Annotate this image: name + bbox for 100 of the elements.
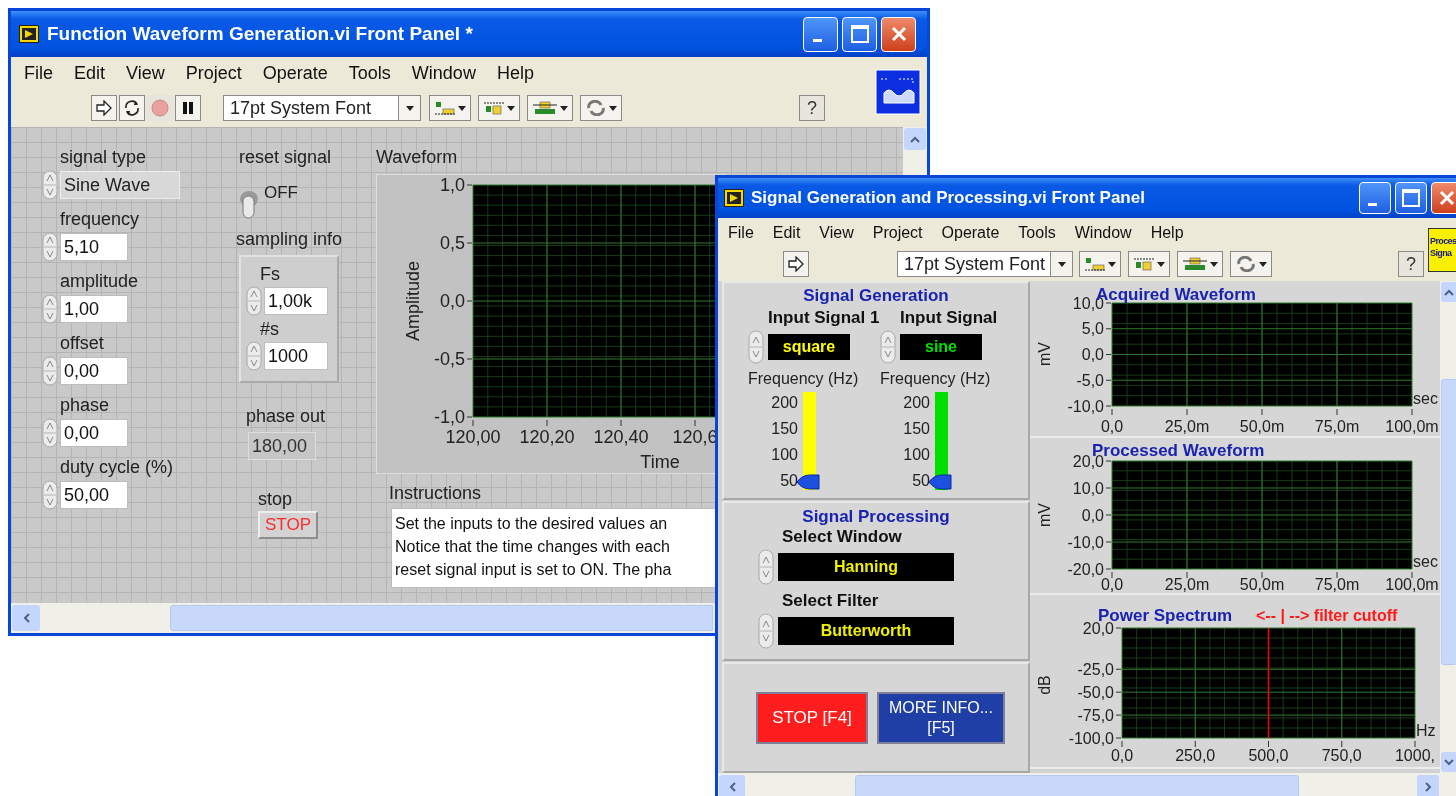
scroll-thumb[interactable] — [170, 605, 713, 631]
menu-item[interactable]: Project — [185, 59, 242, 87]
spinner-icon[interactable] — [246, 286, 262, 316]
menu-item[interactable]: Operate — [262, 59, 328, 87]
instruction-line: Notice that the time changes with each — [395, 537, 670, 557]
menu-item[interactable]: View — [819, 220, 854, 245]
section-title: Signal Processing — [802, 507, 950, 527]
resize-objects-button[interactable] — [527, 95, 573, 121]
spinner-icon[interactable] — [758, 549, 774, 585]
axis-label: Amplitude — [403, 261, 423, 341]
distribute-objects-button[interactable] — [478, 95, 520, 121]
menu-item[interactable]: View — [126, 59, 165, 87]
caret-icon — [1057, 261, 1066, 267]
spinner-icon[interactable] — [42, 418, 58, 448]
slider-scale-label: 150 — [902, 421, 930, 437]
numeric-field[interactable]: 0,00 — [60, 357, 128, 385]
slider-thumb[interactable] — [928, 474, 952, 490]
align-objects-button[interactable] — [429, 95, 471, 121]
enum-display[interactable]: square — [768, 334, 850, 360]
font-dropdown[interactable]: 17pt System Font — [223, 95, 421, 121]
cursor-line[interactable] — [1267, 627, 1270, 739]
align-objects-button[interactable] — [1079, 251, 1121, 277]
axis-tick-label: 25,0m — [1164, 576, 1210, 593]
spinner-icon[interactable] — [42, 480, 58, 510]
control-label: #s — [259, 318, 280, 340]
spinner-icon[interactable] — [758, 613, 774, 649]
help-button[interactable]: ? — [1398, 251, 1424, 277]
scroll-thumb[interactable] — [855, 774, 1299, 796]
pause-button[interactable] — [175, 95, 201, 121]
vi-icon — [875, 69, 921, 115]
numeric-field[interactable]: 1,00k — [264, 287, 328, 315]
numeric-field[interactable]: 1000 — [264, 342, 328, 370]
menu-item[interactable]: Help — [496, 59, 534, 87]
circular-arrows-icon — [585, 100, 607, 116]
stop-button[interactable]: STOP [F4] — [756, 691, 868, 744]
section-title: Signal Generation — [803, 286, 949, 306]
menu-item[interactable]: Edit — [772, 220, 801, 245]
slider-thumb[interactable] — [796, 474, 820, 490]
run-continuously-button[interactable] — [119, 95, 145, 121]
run-button[interactable] — [91, 95, 117, 121]
numeric-field[interactable]: 5,10 — [60, 233, 128, 261]
close-button[interactable] — [1431, 182, 1456, 214]
caret-icon — [609, 105, 617, 111]
control-label: Select Filter — [781, 591, 880, 611]
menu-item[interactable]: File — [728, 220, 754, 245]
axis-tick-label: 250,0 — [1175, 747, 1216, 764]
resize-objects-button[interactable] — [1177, 251, 1223, 277]
spinner-icon[interactable] — [42, 170, 58, 200]
reorder-button[interactable] — [580, 95, 622, 121]
enum-display[interactable]: Butterworth — [778, 617, 954, 645]
control-label: Waveform — [376, 146, 459, 168]
enum-field[interactable]: Sine Wave — [60, 171, 180, 199]
slider-scale-label: 50 — [911, 473, 930, 489]
reorder-button[interactable] — [1230, 251, 1272, 277]
instruction-line: Set the inputs to the desired values an — [395, 514, 668, 534]
menu-item[interactable]: Project — [872, 220, 923, 245]
numeric-field[interactable]: 0,00 — [60, 419, 128, 447]
circular-arrows-icon — [123, 99, 141, 117]
numeric-field[interactable]: 1,00 — [60, 295, 128, 323]
close-button[interactable] — [881, 16, 916, 52]
more-info-button[interactable]: MORE INFO... [F5] — [877, 691, 1005, 744]
minimize-button[interactable] — [1359, 182, 1391, 214]
distribute-objects-button[interactable] — [1128, 251, 1170, 277]
spinner-icon[interactable] — [42, 356, 58, 386]
menu-item[interactable]: Window — [1074, 220, 1132, 245]
horizontal-scrollbar[interactable] — [718, 773, 1456, 796]
spinner-icon[interactable] — [748, 330, 764, 364]
menu-item[interactable]: Help — [1150, 220, 1184, 245]
control-label: Instructions — [389, 482, 483, 504]
help-button[interactable]: ? — [799, 95, 825, 121]
menu-item[interactable]: Window — [411, 59, 476, 87]
axis-tick-label: 0,5 — [439, 233, 465, 254]
axis-tick-label: 50,0m — [1239, 576, 1285, 593]
resize-icon — [1182, 256, 1208, 272]
spinner-icon[interactable] — [880, 330, 896, 364]
font-dropdown[interactable]: 17pt System Font — [897, 251, 1073, 277]
menu-item[interactable]: File — [24, 59, 53, 87]
spinner-icon[interactable] — [42, 232, 58, 262]
menu-item[interactable]: Edit — [74, 59, 106, 87]
slider-scale-label: 200 — [902, 395, 930, 411]
menu-item[interactable]: Tools — [1018, 220, 1056, 245]
menu-item[interactable]: Tools — [348, 59, 391, 87]
vertical-scrollbar[interactable] — [1440, 281, 1456, 773]
spinner-icon[interactable] — [246, 341, 262, 371]
axis-unit-label: sec — [1413, 390, 1438, 407]
maximize-button[interactable] — [842, 16, 877, 52]
axis-tick-label: 1,0 — [439, 175, 465, 196]
minimize-button[interactable] — [803, 16, 838, 52]
enum-display[interactable]: Hanning — [778, 553, 954, 581]
maximize-button[interactable] — [1395, 182, 1427, 214]
horizontal-scrollbar[interactable] — [11, 603, 714, 633]
axis-label: Time — [640, 452, 680, 472]
menu-item[interactable]: Operate — [941, 220, 1000, 245]
spinner-icon[interactable] — [42, 294, 58, 324]
scroll-thumb[interactable] — [1441, 379, 1456, 665]
enum-display[interactable]: sine — [900, 334, 982, 360]
numeric-field[interactable]: 50,00 — [60, 481, 128, 509]
arrow-icon — [95, 100, 113, 116]
minimize-icon — [1367, 202, 1377, 206]
run-button[interactable] — [783, 251, 809, 277]
